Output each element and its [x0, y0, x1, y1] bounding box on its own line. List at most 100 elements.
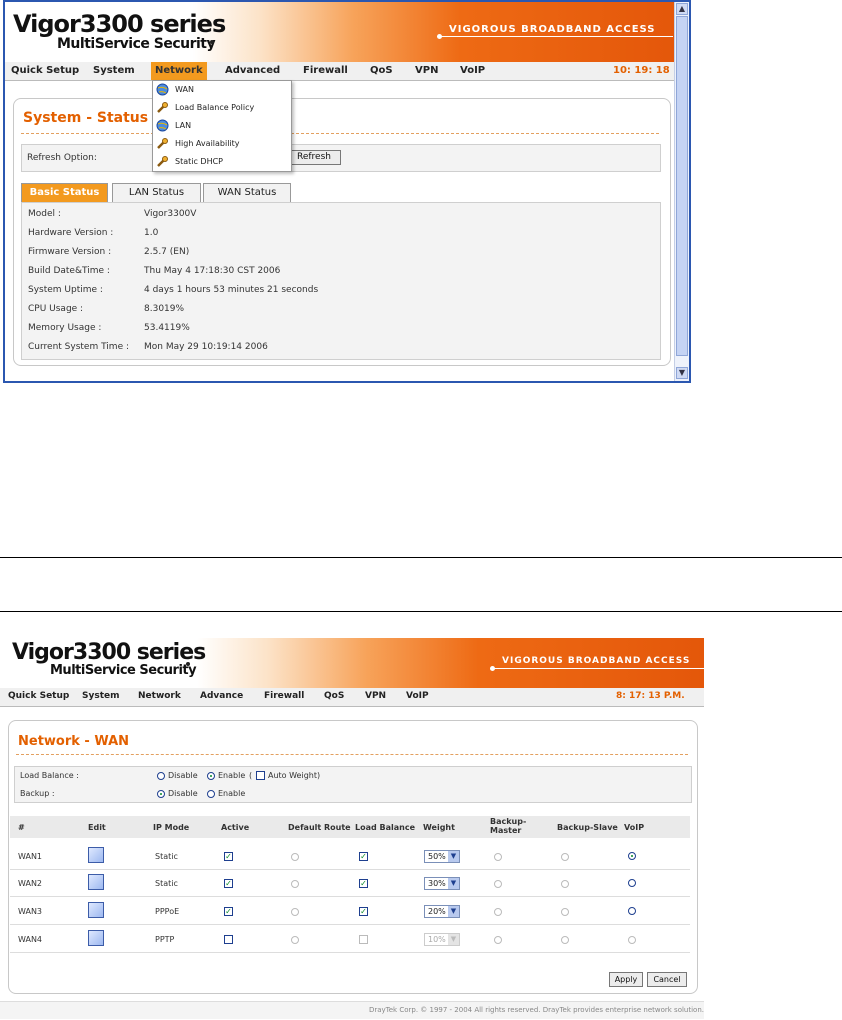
menu-vpn[interactable]: VPN — [415, 65, 438, 76]
row-divider — [10, 924, 690, 925]
menu-voip[interactable]: VoIP — [406, 691, 429, 701]
scroll-down-icon[interactable]: ▼ — [676, 367, 688, 379]
scroll-up-icon[interactable]: ▲ — [676, 3, 688, 15]
tab-basic-status[interactable]: Basic Status — [21, 183, 108, 202]
edit-icon[interactable] — [88, 847, 104, 863]
backup-master-radio[interactable] — [494, 880, 502, 888]
globe-icon — [156, 119, 169, 132]
scroll-thumb[interactable] — [676, 16, 688, 356]
col-backup-master: Backup- Master — [490, 817, 527, 835]
row-divider — [10, 896, 690, 897]
col-load-balance: Load Balance — [355, 823, 416, 832]
backup-slave-radio[interactable] — [561, 880, 569, 888]
menu-voip[interactable]: VoIP — [460, 65, 485, 76]
menu-quick-setup[interactable]: Quick Setup — [8, 691, 69, 701]
menu-network[interactable]: Network — [138, 691, 181, 701]
weight-select[interactable]: 30% ▼ — [424, 877, 460, 890]
load-balance-checkbox[interactable]: ✓ — [359, 852, 368, 861]
edit-icon[interactable] — [88, 874, 104, 890]
tab-wan-status[interactable]: WAN Status — [203, 183, 291, 202]
dropdown-item-wan[interactable]: WAN — [153, 81, 291, 99]
weight-value: 50% — [428, 852, 446, 861]
dropdown-label: LAN — [175, 121, 192, 130]
refresh-button[interactable]: Refresh — [287, 150, 341, 165]
backup-enable-label: Enable — [218, 789, 246, 798]
menu-qos[interactable]: QoS — [324, 691, 344, 701]
active-checkbox[interactable]: ✓ — [224, 879, 233, 888]
dropdown-item-high-availability[interactable]: High Availability — [153, 135, 291, 153]
backup-slave-radio[interactable] — [561, 853, 569, 861]
backup-label: Backup : — [20, 789, 55, 798]
menu-system[interactable]: System — [82, 691, 120, 701]
default-route-radio[interactable] — [291, 936, 299, 944]
wan-name: WAN3 — [18, 907, 43, 916]
status-value: 8.3019% — [144, 304, 185, 314]
vertical-scrollbar[interactable]: ▲ ▼ — [674, 2, 689, 381]
col-weight: Weight — [423, 823, 455, 832]
chevron-down-icon: ▼ — [448, 851, 459, 862]
auto-weight-checkbox[interactable] — [256, 771, 265, 780]
col-edit: Edit — [88, 823, 106, 832]
chevron-down-icon: ▼ — [448, 878, 459, 889]
refresh-option-label: Refresh Option: — [27, 153, 97, 163]
active-checkbox[interactable]: ✓ — [224, 852, 233, 861]
menu-firewall[interactable]: Firewall — [264, 691, 304, 701]
menu-qos[interactable]: QoS — [370, 65, 393, 76]
clock-display: 10: 19: 18 — [613, 65, 670, 76]
col-backup-slave: Backup-Slave — [557, 823, 618, 832]
backup-master-radio[interactable] — [494, 908, 502, 916]
network-wan-screenshot: Vigor3300 series MultiService Security V… — [0, 638, 704, 1020]
clock-display: 8: 17: 13 P.M. — [616, 691, 685, 701]
backup-enable-radio[interactable] — [207, 790, 215, 798]
default-route-radio[interactable] — [291, 853, 299, 861]
backup-disable-radio[interactable] — [157, 790, 165, 798]
weight-select[interactable]: 50% ▼ — [424, 850, 460, 863]
dropdown-item-static-dhcp[interactable]: Static DHCP — [153, 153, 291, 171]
backup-slave-radio[interactable] — [561, 936, 569, 944]
menu-quick-setup[interactable]: Quick Setup — [11, 65, 79, 76]
chevron-down-icon: ▼ — [448, 934, 459, 945]
options-box — [14, 766, 692, 803]
apply-button[interactable]: Apply — [609, 972, 643, 987]
backup-slave-radio[interactable] — [561, 908, 569, 916]
col-default-route: Default Route — [288, 823, 351, 832]
load-balance-enable-radio[interactable] — [207, 772, 215, 780]
voip-radio[interactable] — [628, 936, 636, 944]
tab-lan-status[interactable]: LAN Status — [112, 183, 201, 202]
load-balance-disable-radio[interactable] — [157, 772, 165, 780]
menu-vpn[interactable]: VPN — [365, 691, 386, 701]
load-balance-checkbox[interactable]: ✓ — [359, 907, 368, 916]
load-balance-checkbox[interactable] — [359, 935, 368, 944]
default-route-radio[interactable] — [291, 880, 299, 888]
default-route-radio[interactable] — [291, 908, 299, 916]
menu-system[interactable]: System — [93, 65, 135, 76]
backup-master-radio[interactable] — [494, 853, 502, 861]
logo-dot — [186, 662, 190, 666]
backup-master-radio[interactable] — [494, 936, 502, 944]
row-divider — [10, 869, 690, 870]
cancel-button[interactable]: Cancel — [647, 972, 687, 987]
weight-value: 30% — [428, 879, 446, 888]
dropdown-item-load-balance-policy[interactable]: Load Balance Policy — [153, 99, 291, 117]
voip-radio[interactable] — [628, 879, 636, 887]
title-divider — [16, 754, 688, 755]
dropdown-item-lan[interactable]: LAN — [153, 117, 291, 135]
status-value: Mon May 29 10:19:14 2006 — [144, 342, 268, 352]
ip-mode: PPPoE — [155, 907, 180, 916]
weight-select[interactable]: 20% ▼ — [424, 905, 460, 918]
voip-radio[interactable] — [628, 852, 636, 860]
active-checkbox[interactable] — [224, 935, 233, 944]
page-title: System - Status — [23, 110, 149, 126]
edit-icon[interactable] — [88, 930, 104, 946]
voip-radio[interactable] — [628, 907, 636, 915]
menu-advanced[interactable]: Advanced — [225, 65, 280, 76]
load-balance-checkbox[interactable]: ✓ — [359, 879, 368, 888]
menu-firewall[interactable]: Firewall — [303, 65, 348, 76]
menu-advance[interactable]: Advance — [200, 691, 243, 701]
menu-network[interactable]: Network — [151, 62, 207, 80]
tagline: VIGOROUS BROADBAND ACCESS — [502, 656, 691, 666]
wan-name: WAN2 — [18, 879, 43, 888]
weight-select[interactable]: 10% ▼ — [424, 933, 460, 946]
active-checkbox[interactable]: ✓ — [224, 907, 233, 916]
edit-icon[interactable] — [88, 902, 104, 918]
